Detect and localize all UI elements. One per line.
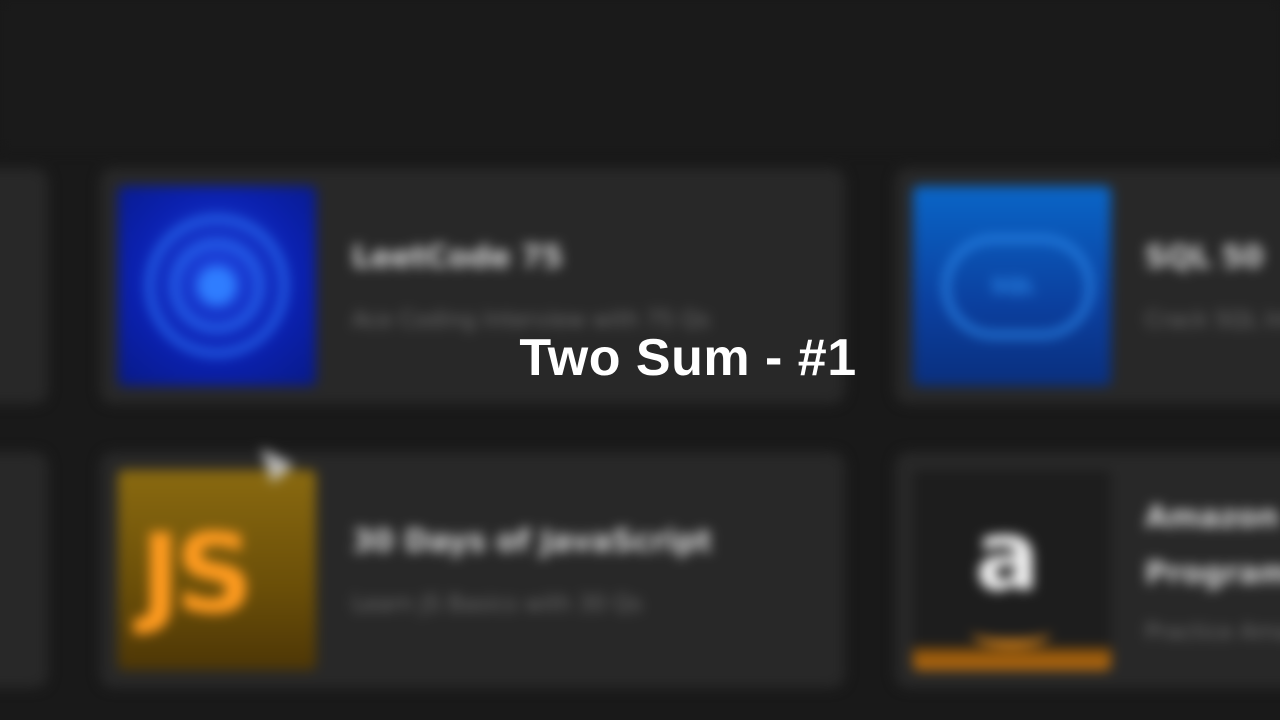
card-title: LeetCode 75 [352,240,563,275]
card-title: SQL 50 [1145,240,1264,275]
card-title: 30 Days of JavaScript [352,524,712,559]
amazon-logo-icon: a [913,470,1111,670]
study-plan-card[interactable]: JS 30 Days of JavaScript Learn JS Basics… [100,452,845,688]
card-title: Amazon [1145,500,1280,535]
video-title-overlay: Two Sum - #1 [519,329,857,387]
screen: LeetCode 75 Ace Coding Interview with 75… [0,0,1280,720]
partial-card-left-bottom[interactable] [0,452,48,688]
card-title-line2: Programming [1145,556,1280,591]
js-logo-icon: JS [118,470,316,670]
card-subtitle: Practice Amazon Questions [1145,620,1280,645]
top-area [0,0,1280,150]
cloud-icon-label: SQL [991,274,1036,298]
card-subtitle: Learn JS Basics with 30 Qs [352,592,643,617]
study-plan-card[interactable]: a Amazon Programming Practice Amazon Que… [895,452,1280,688]
